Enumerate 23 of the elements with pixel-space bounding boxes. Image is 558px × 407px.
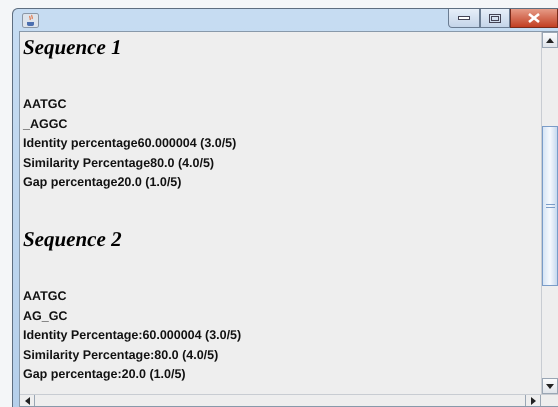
result-line: Gap percentage20.0 (1.0/5) xyxy=(23,175,182,190)
vertical-scrollbar[interactable] xyxy=(541,32,558,394)
maximize-icon xyxy=(489,14,501,22)
section-heading: Sequence 2 xyxy=(23,228,123,249)
coffee-cup-icon xyxy=(22,12,39,28)
result-line: AATGC xyxy=(23,288,67,303)
result-line: Gap percentage:20.0 (1.0/5) xyxy=(23,367,186,382)
close-button[interactable] xyxy=(510,9,558,28)
scrollbar-thumb[interactable] xyxy=(542,126,558,286)
section-heading: Sequence 1 xyxy=(23,37,123,57)
horizontal-scrollbar[interactable] xyxy=(20,394,558,406)
result-line: _AGGC xyxy=(23,116,68,131)
scroll-right-arrow[interactable] xyxy=(525,395,541,406)
close-icon xyxy=(527,13,541,23)
result-line: AG_GC xyxy=(23,308,68,323)
result-line: Similarity Percentage:80.0 (4.0/5) xyxy=(23,348,218,362)
minimize-icon xyxy=(458,16,470,20)
maximize-button[interactable] xyxy=(480,9,510,28)
result-line: Similarity Percentage80.0 (4.0/5) xyxy=(23,156,214,170)
result-line: AATGC xyxy=(23,97,67,111)
result-line: Identity Percentage:60.000004 (3.0/5) xyxy=(23,328,242,342)
result-line: Identity percentage60.000004 (3.0/5) xyxy=(23,136,236,150)
minimize-button[interactable] xyxy=(448,9,480,28)
